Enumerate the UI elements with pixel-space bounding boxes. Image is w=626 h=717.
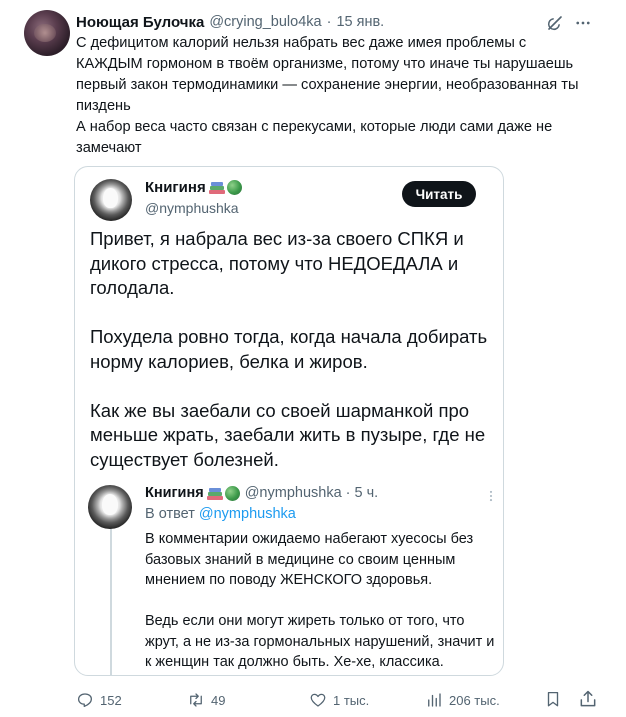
tweet-text-line: замечают [76, 140, 142, 156]
views-count: 206 тыс. [449, 692, 500, 708]
share-icon[interactable] [578, 688, 598, 710]
reply-paragraph: Ведь если они могут жиреть только от тог… [145, 613, 495, 670]
reply-to-label: В ответ [145, 506, 195, 522]
reply-paragraph: В комментарии ожидаемо набегают хуесосы … [145, 531, 474, 588]
views-icon [428, 693, 441, 707]
reply-to-handle[interactable]: @nymphushka [199, 506, 296, 522]
quoted-paragraph: Похудела ровно тогда, когда начала добир… [90, 326, 488, 372]
author-avatar[interactable] [24, 10, 70, 56]
tweet-text-line: А набор веса часто связан с перекусами, … [76, 119, 553, 135]
thread-line [110, 515, 112, 675]
quoted-paragraph: Привет, я набрала вес из-за своего СПКЯ … [90, 228, 464, 298]
quoted-author-handle[interactable]: @nymphushka [145, 200, 239, 216]
grok-icon[interactable] [546, 14, 564, 32]
reply-icon [77, 693, 93, 708]
tweet-actions: 152 49 1 тыс. 206 тыс. [0, 688, 626, 712]
more-icon[interactable] [484, 489, 498, 503]
views-button[interactable]: 206 тыс. [425, 688, 500, 712]
reply-to-line: В ответ @nymphushka [145, 506, 296, 522]
reply-author-avatar[interactable] [88, 485, 132, 529]
tweet-text-line: пиздень [76, 98, 131, 114]
tweet-text-line: С дефицитом калорий нельзя набрать вес д… [76, 35, 527, 51]
post-date[interactable]: 15 янв. [336, 14, 384, 30]
tweet-header: Ноющая Булочка @crying_bulo4ka · 15 янв. [76, 12, 384, 32]
reply-text: В комментарии ожидаемо набегают хуесосы … [145, 529, 495, 675]
reply-count: 152 [100, 692, 122, 708]
globe-emoji-icon [224, 485, 240, 501]
header-separator: · [326, 14, 332, 30]
quoted-paragraph: Как же вы заебали со своей шарманкой про… [90, 399, 486, 470]
quoted-author-name-row: Книгиня [145, 179, 242, 196]
tweet-text: С дефицитом калорий нельзя набрать вес д… [76, 33, 612, 159]
repost-icon [190, 693, 202, 707]
quoted-author-name[interactable]: Книгиня [145, 179, 206, 196]
repost-button[interactable]: 49 [187, 688, 225, 712]
quoted-tweet-card[interactable]: Книгиня @nymphushka Читать Привет, я наб… [74, 166, 504, 676]
reply-meta[interactable]: @nymphushka · 5 ч. [245, 485, 379, 501]
author-name[interactable]: Ноющая Булочка [76, 14, 204, 31]
quoted-author-avatar[interactable] [90, 179, 132, 221]
follow-button[interactable]: Читать [402, 181, 476, 207]
tweet: Ноющая Булочка @crying_bulo4ka · 15 янв.… [0, 0, 626, 717]
author-handle[interactable]: @crying_bulo4ka [209, 14, 321, 30]
books-emoji-icon [206, 487, 223, 500]
repost-count: 49 [211, 692, 226, 708]
books-emoji-icon [208, 181, 225, 194]
tweet-text-line: первый закон термодинамики — сохранение … [76, 77, 579, 93]
more-icon[interactable] [574, 14, 592, 32]
globe-emoji-icon [226, 180, 242, 195]
tweet-text-line: КАЖДЫМ гормоном в твоём организме, потом… [76, 56, 574, 72]
reply-header: Книгиня @nymphushka · 5 ч. [145, 485, 378, 501]
reply-button[interactable]: 152 [76, 688, 122, 712]
bookmark-icon[interactable] [544, 688, 562, 710]
heart-icon [310, 693, 326, 707]
quoted-tweet-text: Привет, я набрала вес из-за своего СПКЯ … [90, 227, 495, 497]
like-button[interactable]: 1 тыс. [309, 688, 369, 712]
reply-author-name[interactable]: Книгиня [145, 485, 204, 501]
like-count: 1 тыс. [333, 692, 370, 708]
